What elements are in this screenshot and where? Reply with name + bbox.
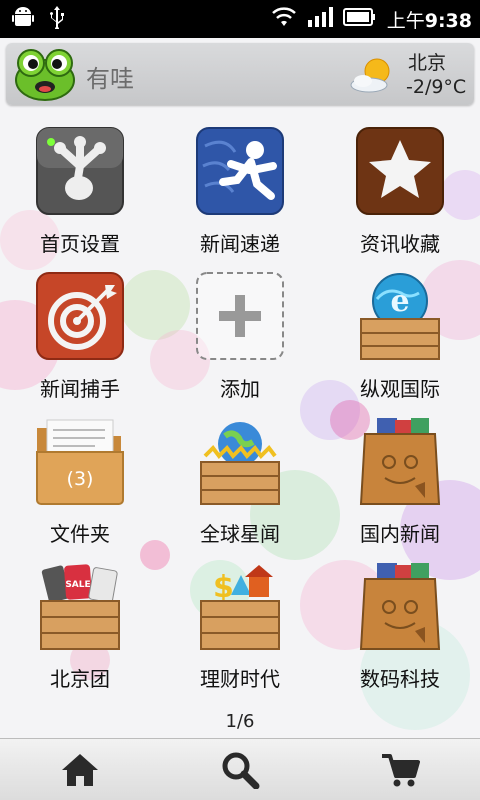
svg-text:SALE: SALE xyxy=(65,580,90,590)
shortcut-label: 资讯收藏 xyxy=(360,232,440,256)
frog-box-icon xyxy=(355,416,445,506)
shortcut-label: 理财时代 xyxy=(200,667,280,691)
add-shortcut-button[interactable]: 添加 xyxy=(160,265,320,410)
wifi-icon xyxy=(271,6,297,32)
shortcut-finance-era[interactable]: $ 理财时代 xyxy=(160,555,320,700)
usb-icon xyxy=(48,5,66,33)
shortcut-label: 文件夹 xyxy=(50,522,110,546)
svg-text:$: $ xyxy=(213,570,234,605)
home-icon[interactable] xyxy=(60,751,100,789)
shortcut-label: 添加 xyxy=(220,377,260,401)
frog-logo-icon[interactable] xyxy=(14,47,76,101)
weather-temperature: -2/9°C xyxy=(406,76,467,98)
shortcut-news-favorites[interactable]: 资讯收藏 xyxy=(320,120,480,265)
shortcut-label: 新闻速递 xyxy=(200,232,280,256)
clock: 上午9:38 xyxy=(387,6,472,33)
shortcut-homepage-settings[interactable]: 首页设置 xyxy=(0,120,160,265)
shortcut-label: 数码科技 xyxy=(360,667,440,691)
shortcut-beijing-group[interactable]: SALE 北京团 xyxy=(0,555,160,700)
shortcut-digital-tech[interactable]: 数码科技 xyxy=(320,555,480,700)
earth-crate-icon xyxy=(195,416,285,506)
shortcut-news-catcher[interactable]: 新闻捕手 xyxy=(0,265,160,410)
target-icon xyxy=(35,271,125,361)
shortcut-label: 纵观国际 xyxy=(360,377,440,401)
shortcut-news-express[interactable]: 新闻速递 xyxy=(160,120,320,265)
frog-foot-icon xyxy=(35,126,125,216)
shortcut-label: 全球星闻 xyxy=(200,522,280,546)
folder-count-badge: (3) xyxy=(66,468,94,490)
shortcut-global-star-news[interactable]: 全球星闻 xyxy=(160,410,320,555)
frog-box-icon xyxy=(355,561,445,651)
shortcut-label: 首页设置 xyxy=(40,232,120,256)
shortcut-folder[interactable]: (3) 文件夹 xyxy=(0,410,160,555)
time-prefix: 上午 xyxy=(386,9,425,32)
plus-icon xyxy=(195,271,285,361)
status-bar: 上午9:38 xyxy=(0,0,480,38)
bottom-toolbar xyxy=(0,738,480,800)
shortcut-international-view[interactable]: e 纵观国际 xyxy=(320,265,480,410)
app-name: 有哇 xyxy=(86,65,134,93)
cart-icon[interactable] xyxy=(380,751,420,789)
finance-crate-icon: $ xyxy=(195,561,285,651)
shortcut-label: 北京团 xyxy=(50,667,110,691)
shopping-crate-icon: SALE xyxy=(35,561,125,651)
header-bar: 有哇 北京 -2/9°C xyxy=(6,43,474,105)
runner-icon xyxy=(195,126,285,216)
folder-icon xyxy=(35,416,125,506)
shortcut-label: 国内新闻 xyxy=(360,522,440,546)
weather-city: 北京 xyxy=(408,52,447,74)
signal-icon xyxy=(307,6,333,32)
battery-icon xyxy=(342,7,377,31)
android-icon xyxy=(12,5,34,33)
star-icon xyxy=(355,126,445,216)
globe-crate-icon: e xyxy=(355,271,445,361)
page-indicator: 1/6 xyxy=(225,711,255,732)
time-value: 9:38 xyxy=(424,9,472,32)
svg-text:e: e xyxy=(390,284,409,319)
search-icon[interactable] xyxy=(220,751,260,790)
shortcut-domestic-news[interactable]: 国内新闻 xyxy=(320,410,480,555)
shortcut-label: 新闻捕手 xyxy=(40,377,120,401)
sun-cloud-icon xyxy=(349,55,395,95)
